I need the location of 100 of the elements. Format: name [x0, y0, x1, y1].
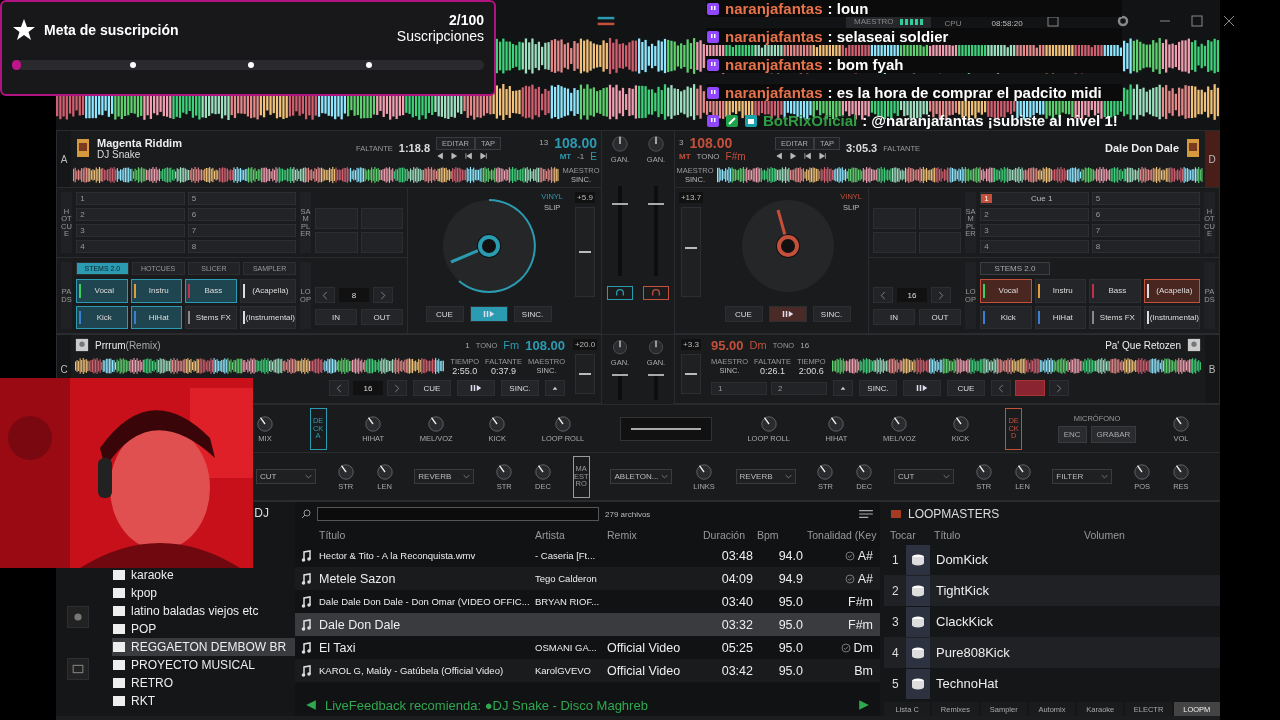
hotcue-slot[interactable]: 6	[1091, 208, 1200, 221]
column-header[interactable]: Título	[934, 529, 1084, 541]
folder-item[interactable]: kpop	[112, 584, 295, 602]
crossfader[interactable]	[619, 416, 712, 441]
folder-name[interactable]: DJ	[254, 506, 269, 520]
knob[interactable]	[427, 414, 446, 433]
play-sample-button[interactable]	[906, 637, 930, 668]
pitch-slider[interactable]	[575, 354, 595, 394]
headphones-button[interactable]	[643, 286, 669, 300]
stem-pad[interactable]: Kick	[980, 305, 1032, 329]
play-pause-button[interactable]	[457, 380, 495, 396]
loop-out-button[interactable]: OUT	[919, 309, 961, 325]
play-sample-button[interactable]	[906, 544, 930, 575]
cue-button[interactable]: CUE	[413, 380, 451, 396]
effect-dropdown[interactable]: FILTER	[1052, 469, 1113, 484]
stem-pad[interactable]: HiHat	[130, 305, 183, 329]
record-button[interactable]	[67, 606, 89, 628]
pitch-slider[interactable]	[681, 207, 701, 297]
file-row[interactable]: Hector & Tito - A la Reconquista.wmv - Caseria [Ft... 03:48 94.0 A#	[295, 544, 880, 567]
mic-button[interactable]: ENC	[1057, 426, 1087, 443]
loop-in-button[interactable]: IN	[315, 309, 357, 325]
key-value[interactable]: E	[590, 150, 597, 162]
folder-item[interactable]: PROYECTO MUSICAL	[112, 656, 295, 674]
knob[interactable]	[855, 462, 874, 481]
column-header[interactable]: Título	[319, 529, 531, 541]
folder-item[interactable]: latino baladas viejos etc	[112, 602, 295, 620]
sync-button[interactable]: SINC.	[501, 380, 539, 396]
knob[interactable]	[974, 462, 993, 481]
stem-pad[interactable]: Instru	[1034, 279, 1087, 303]
folder-item[interactable]: POP	[112, 620, 295, 638]
sync-button[interactable]: SINC.	[859, 380, 897, 396]
hotcue-slot[interactable]: 5	[1091, 192, 1200, 205]
gain-knob[interactable]	[647, 135, 665, 153]
loop-in-button[interactable]: IN	[873, 309, 915, 325]
play-sample-button[interactable]	[906, 668, 930, 699]
file-row[interactable]: Dale Dale Don Dale - Don Omar (VIDEO OFFIC... BRYAN RIOF... 03:40 95.0 F#m	[295, 590, 880, 613]
hotcue-slot[interactable]: 4	[76, 240, 185, 253]
hotcue-slot[interactable]: 1	[76, 192, 185, 205]
knob[interactable]	[336, 462, 355, 481]
hotcue-slot[interactable]: 1	[711, 381, 767, 395]
window-button[interactable]	[67, 658, 89, 680]
folder-item[interactable]: REGGAETON DEMBOW BR	[112, 638, 295, 656]
effect-dropdown[interactable]: ABLETON...	[610, 469, 673, 484]
knob[interactable]	[533, 462, 552, 481]
stem-pad[interactable]: Vocal	[76, 279, 128, 303]
folder-item[interactable]: RKT	[112, 692, 295, 710]
previous-arrow-icon[interactable]	[305, 699, 317, 711]
knob[interactable]	[375, 462, 394, 481]
pitch-slider[interactable]	[575, 207, 595, 297]
effect-dropdown[interactable]: CUT	[256, 469, 316, 484]
file-row[interactable]: Metele Sazon Tego Calderon 04:09 94.9 A#	[295, 567, 880, 590]
column-header[interactable]: Duración	[703, 529, 753, 541]
knob[interactable]	[890, 414, 909, 433]
layout-icon[interactable]	[596, 14, 616, 28]
column-header[interactable]: Artista	[535, 529, 603, 541]
effect-dropdown[interactable]: CUT	[893, 469, 954, 484]
hotcue-slot[interactable]: 8	[1091, 240, 1200, 253]
hotcue-slot[interactable]: 8	[187, 240, 296, 253]
file-row[interactable]: KAROL G, Maldy - Gatúbela (Official Video) KarolGVEVO Official Video 03:42 95.0 Bm	[295, 659, 880, 682]
knob[interactable]	[951, 414, 970, 433]
hotcue-slot[interactable]: 1 Cue 1	[980, 192, 1089, 205]
key-value[interactable]: Fm	[503, 339, 520, 351]
file-row[interactable]: Dale Don Dale 03:32 95.0 F#m	[295, 613, 880, 636]
eject-button[interactable]	[545, 380, 565, 396]
sample-row[interactable]: 4 Pure808Kick	[884, 637, 1220, 668]
column-header[interactable]: Bpm	[757, 529, 803, 541]
knob[interactable]	[488, 414, 507, 433]
stem-pad[interactable]: Instru	[130, 279, 183, 303]
play-sample-button[interactable]	[906, 606, 930, 637]
list-options-icon[interactable]	[858, 508, 874, 520]
headphones-button[interactable]	[607, 286, 633, 300]
knob[interactable]	[364, 414, 383, 433]
stem-pad[interactable]: (Instrumental)	[1143, 305, 1200, 329]
hotcue-slot[interactable]: 4	[980, 240, 1089, 253]
knob[interactable]	[554, 414, 573, 433]
knob[interactable]	[256, 414, 274, 433]
gain-knob[interactable]	[611, 135, 629, 153]
folder-item[interactable]: karaoke	[112, 566, 295, 584]
knob[interactable]	[1133, 462, 1152, 481]
hotcue-slot[interactable]: 2	[771, 381, 827, 395]
effect-dropdown[interactable]: REVERB	[414, 469, 475, 484]
stem-pad[interactable]: (Acapella)	[1143, 279, 1200, 303]
cue-button[interactable]: CUE	[425, 306, 464, 322]
play-pause-button[interactable]	[469, 306, 508, 322]
knob[interactable]	[495, 462, 514, 481]
eject-button[interactable]	[833, 380, 853, 396]
stem-pad[interactable]: (Acapella)	[239, 279, 296, 303]
column-header[interactable]: Tocar	[890, 529, 934, 541]
gain-knob[interactable]	[611, 339, 629, 356]
sample-row[interactable]: 2 TightKick	[884, 575, 1220, 606]
sample-row[interactable]: 3 ClackKick	[884, 606, 1220, 637]
recommendation-text[interactable]: LiveFeedback recomienda: ●DJ Snake - Disco Maghreb	[325, 697, 850, 713]
key-lock-label[interactable]: MT	[559, 151, 572, 161]
hotcue-slot[interactable]: 6	[187, 208, 296, 221]
play-pause-button[interactable]	[768, 306, 807, 322]
stem-pad[interactable]: Kick	[76, 305, 128, 329]
hotcue-slot[interactable]: 7	[187, 224, 296, 237]
key-value[interactable]: F#m	[725, 150, 746, 162]
file-row[interactable]: El Taxi OSMANI GA... Official Video 05:25 95.0 Dm	[295, 636, 880, 659]
effect-dropdown[interactable]: REVERB	[735, 469, 796, 484]
